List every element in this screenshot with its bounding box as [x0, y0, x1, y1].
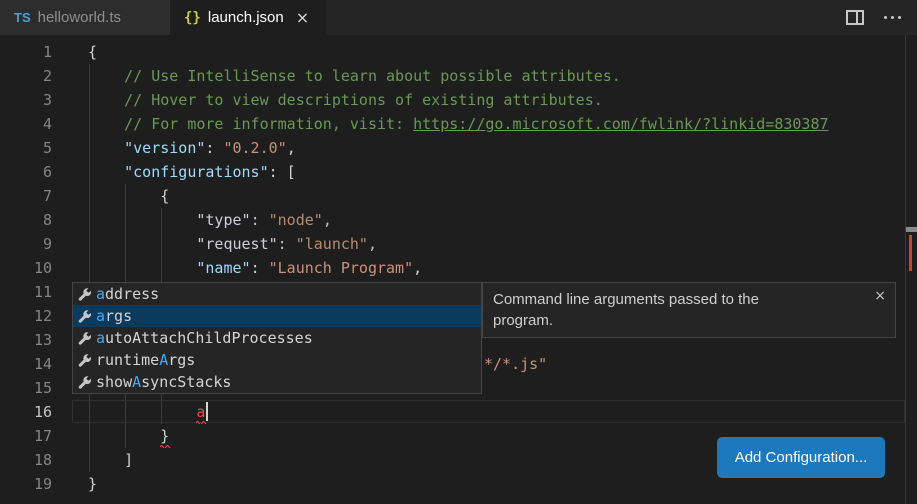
line-number: 1: [0, 40, 52, 64]
tab-bar: TS helloworld.ts {} launch.json ×: [0, 0, 917, 35]
overview-error-marker: [909, 235, 912, 271]
line-number: 19: [0, 472, 52, 496]
code-line[interactable]: "type": "node",: [88, 208, 829, 232]
line-number: 3: [0, 88, 52, 112]
editor-actions: [846, 0, 917, 35]
wrench-icon: [77, 375, 92, 390]
gutter: 12345678910111213141516171819: [0, 40, 52, 496]
cursor-caret: [206, 402, 208, 421]
line-number: 15: [0, 376, 52, 400]
suggest-item-showAsyncStacks[interactable]: showAsyncStacks: [73, 371, 481, 393]
suggest-item-autoAttachChildProcesses[interactable]: autoAttachChildProcesses: [73, 327, 481, 349]
code-line[interactable]: "name": "Launch Program",: [88, 256, 829, 280]
suggest-item-label: address: [96, 285, 159, 303]
typescript-file-icon: TS: [14, 10, 31, 25]
suggest-item-runtimeArgs[interactable]: runtimeArgs: [73, 349, 481, 371]
line-number: 13: [0, 328, 52, 352]
suggest-doc-panel: Command line arguments passed to the pro…: [482, 282, 896, 338]
code-line[interactable]: {: [88, 184, 829, 208]
line-number: 2: [0, 64, 52, 88]
code-line[interactable]: "request": "launch",: [88, 232, 829, 256]
tab-label: launch.json: [208, 9, 284, 26]
line-number: 8: [0, 208, 52, 232]
line-number: 7: [0, 184, 52, 208]
overview-ruler: [905, 35, 906, 504]
line-number: 5: [0, 136, 52, 160]
code-line[interactable]: "version": "0.2.0",: [88, 136, 829, 160]
line-number: 12: [0, 304, 52, 328]
wrench-icon: [77, 353, 92, 368]
line-number: 14: [0, 352, 52, 376]
suggest-item-label: showAsyncStacks: [96, 373, 231, 391]
line-number: 4: [0, 112, 52, 136]
code-fragment: */*.js": [484, 352, 547, 376]
wrench-icon: [77, 309, 92, 324]
wrench-icon: [77, 331, 92, 346]
line-number: 11: [0, 280, 52, 304]
split-editor-icon[interactable]: [846, 10, 864, 25]
json-braces-icon: {}: [184, 10, 201, 26]
code-line[interactable]: // For more information, visit: https://…: [88, 112, 829, 136]
close-tab-icon[interactable]: ×: [296, 10, 309, 26]
tab-label: helloworld.ts: [38, 9, 121, 26]
line-number: 17: [0, 424, 52, 448]
line-number: 16: [0, 400, 52, 424]
code-area[interactable]: { // Use IntelliSense to learn about pos…: [88, 40, 829, 496]
code-line[interactable]: {: [88, 40, 829, 64]
code-line[interactable]: // Use IntelliSense to learn about possi…: [88, 64, 829, 88]
tab-helloworld-ts[interactable]: TS helloworld.ts: [0, 0, 170, 35]
line-number: 10: [0, 256, 52, 280]
suggest-item-label: runtimeArgs: [96, 351, 195, 369]
suggest-item-address[interactable]: address: [73, 283, 481, 305]
wrench-icon: [77, 287, 92, 302]
suggest-doc-text: Command line arguments passed to the pro…: [493, 289, 798, 331]
suggest-item-args[interactable]: args: [73, 305, 481, 327]
code-line[interactable]: // Hover to view descriptions of existin…: [88, 88, 829, 112]
suggest-doc-close-icon[interactable]: ×: [874, 286, 886, 307]
code-line[interactable]: "configurations": [: [88, 160, 829, 184]
scrollbar-thumb[interactable]: [906, 227, 917, 232]
suggest-item-label: autoAttachChildProcesses: [96, 329, 313, 347]
more-actions-icon[interactable]: [884, 16, 901, 19]
error-squiggle: [160, 444, 171, 448]
line-number: 18: [0, 448, 52, 472]
tab-launch-json[interactable]: {} launch.json ×: [170, 0, 326, 35]
add-configuration-button[interactable]: Add Configuration...: [717, 437, 885, 478]
suggest-widget: address args autoAttachChildProcesses runti…: [72, 282, 482, 394]
line-number: 9: [0, 232, 52, 256]
line-number: 6: [0, 160, 52, 184]
suggest-item-label: args: [96, 307, 132, 325]
